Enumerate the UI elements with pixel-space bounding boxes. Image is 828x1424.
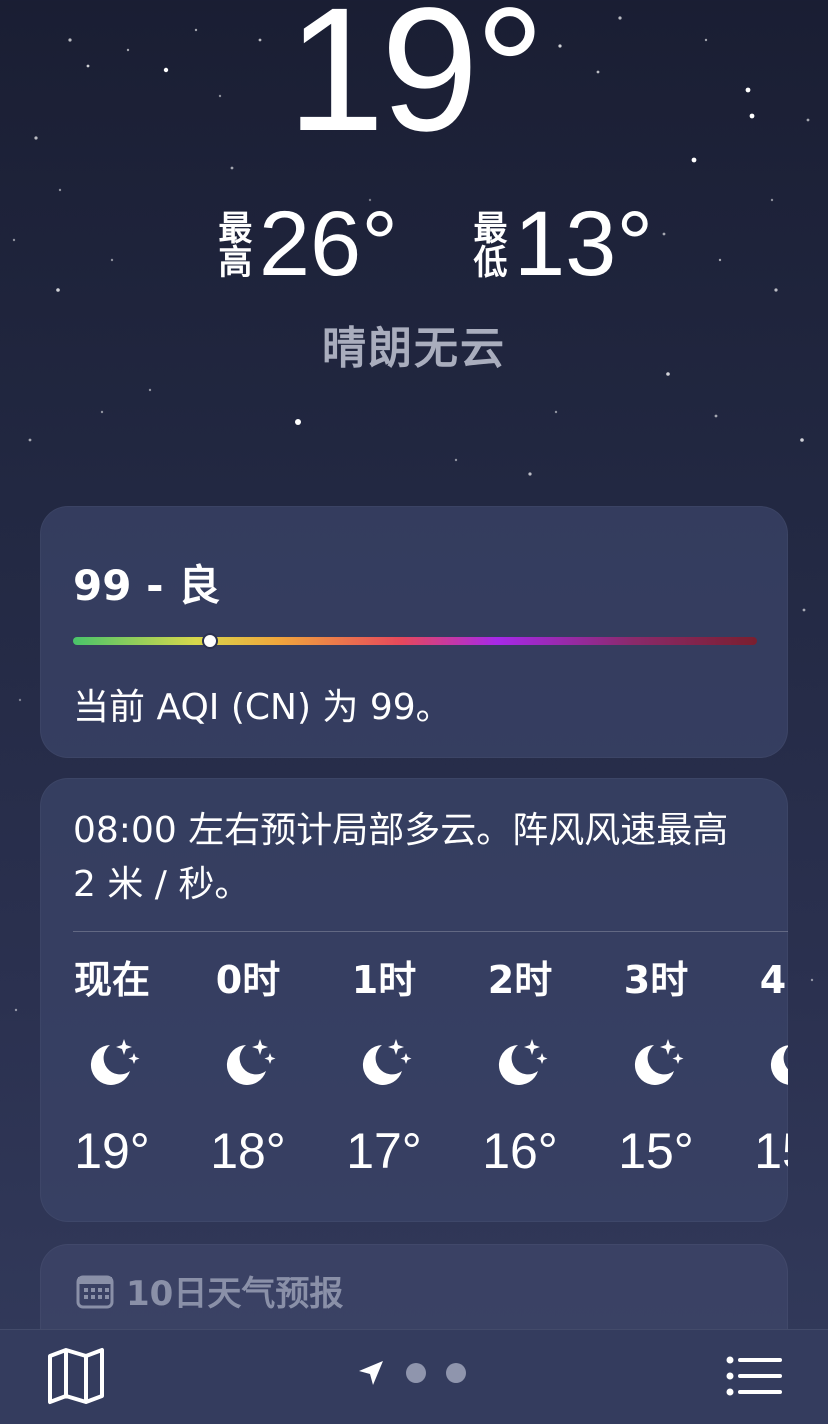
low-temp-group: 最低 13° (430, 198, 653, 290)
hour-time: 现在 (73, 958, 150, 1002)
moon-stars-icon (180, 1018, 316, 1108)
moon-stars-icon (724, 1018, 788, 1108)
hour-temperature: 15° (754, 1123, 788, 1179)
hour-time: 3时 (623, 958, 689, 1002)
high-label: 最高 (175, 210, 252, 278)
moon-stars-icon (44, 1018, 180, 1108)
moon-stars-icon (316, 1018, 452, 1108)
hour-time: 0时 (215, 958, 281, 1002)
page-dot[interactable] (406, 1363, 426, 1383)
hour-time: 2时 (487, 958, 553, 1002)
high-temp-group: 最高 26° (175, 198, 398, 290)
low-label: 最低 (430, 210, 507, 278)
moon-stars-icon (588, 1018, 724, 1108)
hour-column: 1时 17° (316, 948, 452, 1180)
hour-column: 现在 19° (44, 948, 180, 1180)
hour-temperature: 19° (74, 1123, 150, 1179)
moon-stars-icon (452, 1018, 588, 1108)
high-label-text: 最高 (211, 210, 252, 278)
aqi-description: 当前 AQI (CN) 为 99。 (73, 687, 452, 728)
low-temp-value: 13° (514, 193, 654, 295)
page-indicator[interactable] (356, 1358, 466, 1388)
divider (73, 931, 788, 932)
hour-time: 4时 (759, 958, 788, 1002)
ten-day-forecast-header: 10日天气预报 (76, 1266, 343, 1315)
calendar-icon (76, 1275, 114, 1308)
hourly-forecast-card[interactable]: 08:00 左右预计局部多云。阵风风速最高 2 米 / 秒。 现在 19° 0时 18… (40, 778, 788, 1222)
current-temperature: 19° (286, 0, 545, 168)
hour-temperature: 17° (346, 1123, 422, 1179)
hour-column: 0时 18° (180, 948, 316, 1180)
aqi-scale-bar (73, 637, 757, 645)
hour-time: 1时 (351, 958, 417, 1002)
high-low-row: 最高 26° 最低 13° (0, 198, 828, 290)
air-quality-card[interactable]: 99 - 良 当前 AQI (CN) 为 99。 (40, 506, 788, 758)
location-arrow-icon[interactable] (356, 1358, 386, 1388)
hour-column: 3时 15° (588, 948, 724, 1180)
hour-column: 2时 16° (452, 948, 588, 1180)
hour-temperature: 18° (210, 1123, 286, 1179)
hourly-summary: 08:00 左右预计局部多云。阵风风速最高 2 米 / 秒。 (73, 810, 729, 905)
hour-temperature: 16° (482, 1123, 558, 1179)
weather-condition: 晴朗无云 (322, 323, 506, 374)
aqi-indicator-dot (201, 633, 218, 649)
bottom-toolbar (0, 1329, 828, 1424)
hourly-scroll-row[interactable]: 现在 19° 0时 18° 1时 17° 2时 16° 3时 15° 4时 15° (40, 948, 788, 1208)
ten-day-forecast-title: 10日天气预报 (126, 1274, 344, 1314)
high-temp-value: 26° (258, 193, 398, 295)
hour-temperature: 15° (618, 1123, 694, 1179)
hour-column: 4时 15° (724, 948, 788, 1180)
page-dot[interactable] (446, 1363, 466, 1383)
low-label-text: 最低 (467, 210, 507, 278)
list-icon[interactable] (722, 1352, 786, 1400)
aqi-title: 99 - 良 (73, 561, 221, 610)
map-icon[interactable] (44, 1344, 108, 1408)
